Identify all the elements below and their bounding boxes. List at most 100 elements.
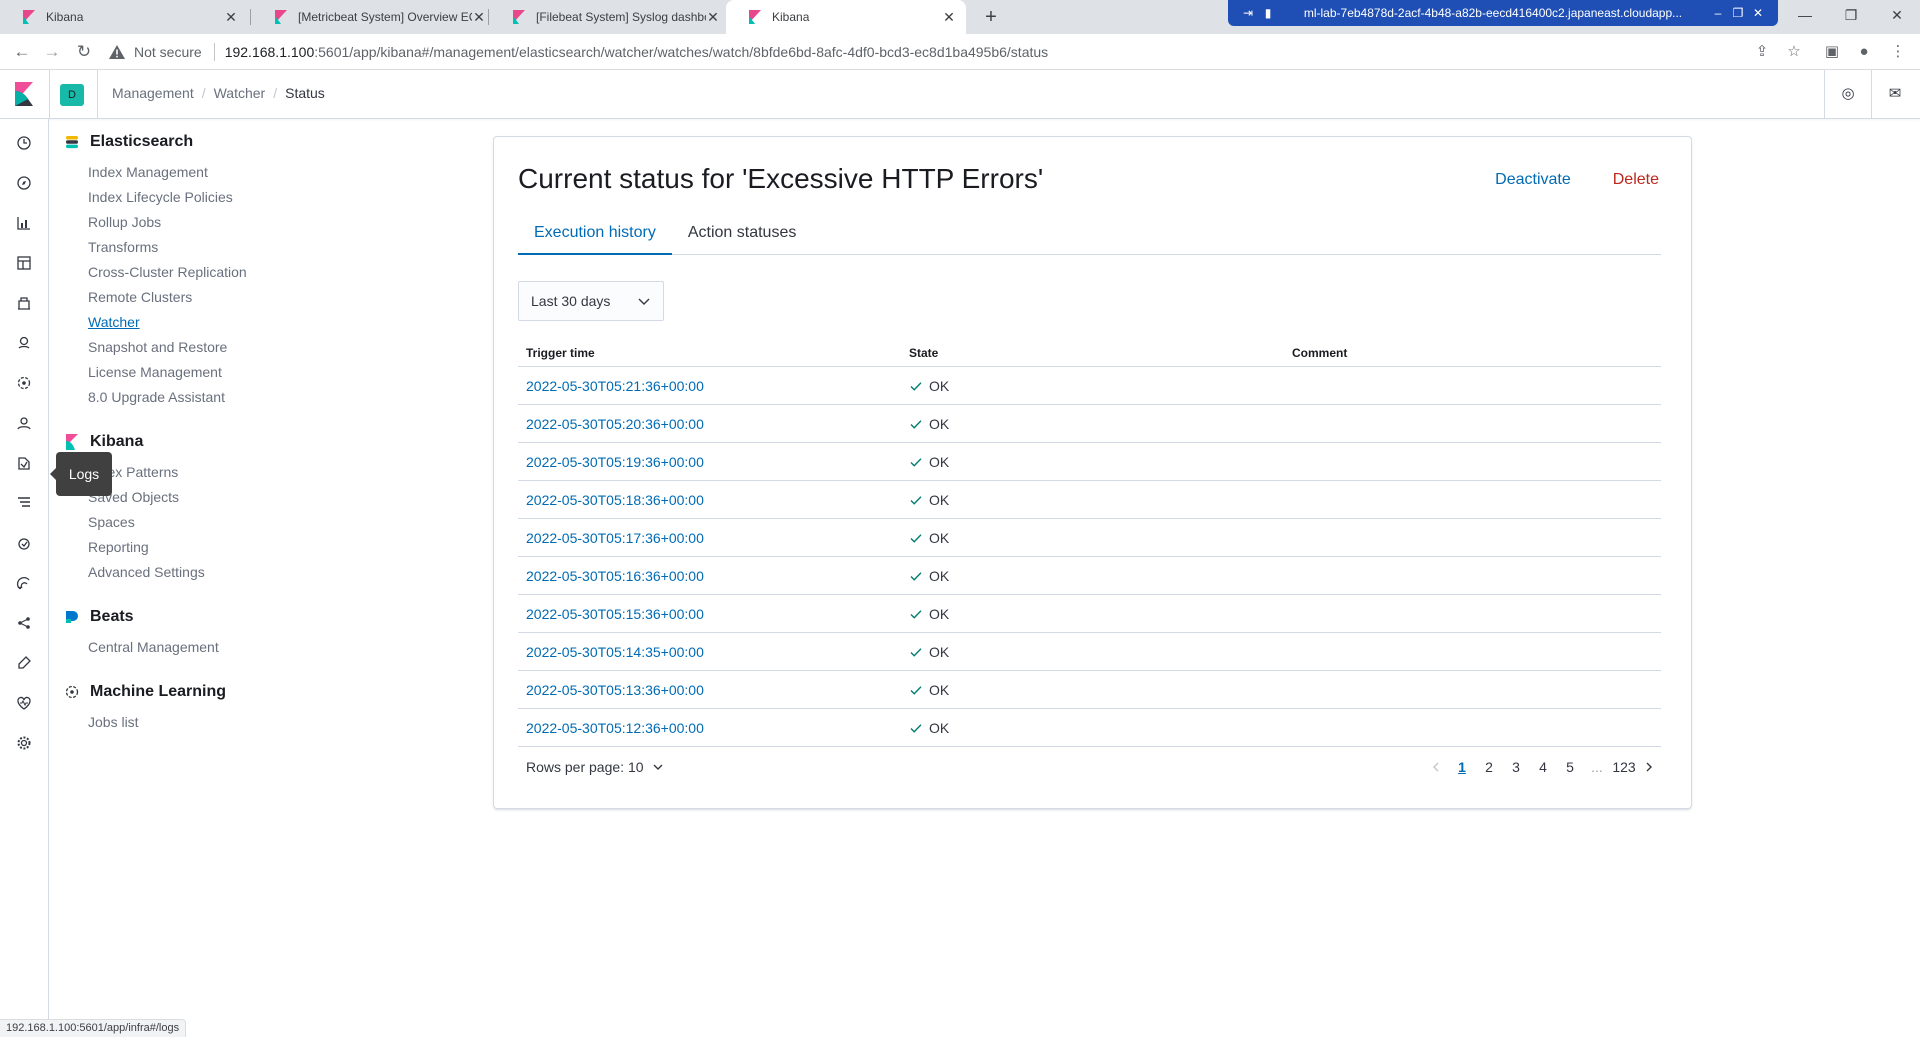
dev-tools-icon[interactable] bbox=[13, 652, 35, 674]
browser-menu-icon[interactable]: ⋮ bbox=[1888, 42, 1908, 62]
tab-action-statuses[interactable]: Action statuses bbox=[672, 213, 813, 255]
sidebar-item-rollup-jobs[interactable]: Rollup Jobs bbox=[88, 210, 424, 235]
close-tab-icon[interactable]: ✕ bbox=[224, 9, 238, 26]
browser-tab[interactable]: [Metricbeat System] Overview EC ✕ bbox=[252, 0, 496, 34]
pin-icon[interactable]: ⇥ bbox=[1238, 6, 1258, 20]
sidebar-item-remote-clusters[interactable]: Remote Clusters bbox=[88, 285, 424, 310]
uptime-icon[interactable] bbox=[13, 532, 35, 554]
visualize-icon[interactable] bbox=[13, 212, 35, 234]
sidebar-item-saved-objects[interactable]: Saved Objects bbox=[88, 485, 424, 510]
logs-icon[interactable] bbox=[13, 452, 35, 474]
warning-icon bbox=[109, 45, 125, 59]
time-range-select[interactable]: Last 30 days bbox=[518, 281, 664, 321]
page-button[interactable]: 4 bbox=[1530, 759, 1556, 775]
remote-session-bar: ⇥ ▮ ml-lab-7eb4878d-2acf-4b48-a82b-eecd4… bbox=[1228, 0, 1778, 26]
deactivate-button[interactable]: Deactivate bbox=[1495, 171, 1571, 189]
tab-execution-history[interactable]: Execution history bbox=[518, 213, 672, 255]
trigger-time-link[interactable]: 2022-05-30T05:14:35+00:00 bbox=[518, 644, 901, 660]
side-panel-icon[interactable]: ▣ bbox=[1822, 42, 1842, 62]
page-button[interactable]: 123 bbox=[1611, 759, 1637, 775]
discover-icon[interactable] bbox=[13, 172, 35, 194]
help-icon[interactable]: ◎ bbox=[1838, 84, 1858, 104]
window-restore-icon[interactable]: ❐ bbox=[1828, 0, 1874, 30]
page-button[interactable]: 1 bbox=[1449, 759, 1475, 775]
close-icon[interactable]: ✕ bbox=[1748, 6, 1768, 20]
management-gear-icon[interactable] bbox=[13, 732, 35, 754]
monitoring-icon[interactable] bbox=[13, 692, 35, 714]
delete-button[interactable]: Delete bbox=[1613, 171, 1659, 189]
window-close-icon[interactable]: ✕ bbox=[1874, 0, 1920, 30]
window-minimize-icon[interactable]: — bbox=[1782, 0, 1828, 30]
sidebar-item-transforms[interactable]: Transforms bbox=[88, 235, 424, 260]
new-tab-button[interactable]: + bbox=[978, 4, 1004, 30]
machine-learning-icon[interactable] bbox=[13, 372, 35, 394]
reload-icon[interactable]: ↻ bbox=[72, 40, 96, 64]
browser-tab-title: Kibana bbox=[46, 10, 84, 24]
browser-tab[interactable]: Kibana ✕ bbox=[0, 0, 248, 34]
newsfeed-mail-icon[interactable]: ✉ bbox=[1885, 84, 1905, 104]
kibana-logo-icon[interactable] bbox=[13, 82, 35, 106]
page-button[interactable]: 5 bbox=[1557, 759, 1583, 775]
sidebar-group-title: Beats bbox=[90, 608, 134, 625]
sidebar-item-jobs-list[interactable]: Jobs list bbox=[88, 710, 424, 735]
trigger-time-link[interactable]: 2022-05-30T05:12:36+00:00 bbox=[518, 720, 901, 736]
sidebar-item-reporting[interactable]: Reporting bbox=[88, 535, 424, 560]
column-header-state[interactable]: State bbox=[901, 346, 1284, 360]
dashboard-icon[interactable] bbox=[13, 252, 35, 274]
maps-icon[interactable] bbox=[13, 332, 35, 354]
forward-icon[interactable]: → bbox=[40, 40, 64, 64]
state-value: OK bbox=[929, 681, 950, 698]
close-tab-icon[interactable]: ✕ bbox=[942, 9, 956, 26]
minimize-icon[interactable]: – bbox=[1708, 6, 1728, 20]
space-avatar[interactable]: D bbox=[60, 84, 84, 106]
column-header-comment[interactable]: Comment bbox=[1284, 346, 1661, 360]
infrastructure-icon[interactable] bbox=[13, 412, 35, 434]
canvas-icon[interactable] bbox=[13, 292, 35, 314]
next-page-icon[interactable] bbox=[1637, 755, 1661, 779]
sidebar-item-advanced-settings[interactable]: Advanced Settings bbox=[88, 560, 424, 585]
previous-page-icon[interactable] bbox=[1424, 755, 1448, 779]
sidebar-item-index-lifecycle-policies[interactable]: Index Lifecycle Policies bbox=[88, 185, 424, 210]
sidebar-item-spaces[interactable]: Spaces bbox=[88, 510, 424, 535]
address-bar[interactable]: Not secure 192.168.1.100:5601/app/kibana… bbox=[108, 38, 1808, 66]
profile-icon[interactable]: ● bbox=[1854, 42, 1874, 62]
rows-per-page-button[interactable]: Rows per page: 10 bbox=[526, 759, 664, 775]
back-icon[interactable]: ← bbox=[10, 40, 34, 64]
trigger-time-link[interactable]: 2022-05-30T05:15:36+00:00 bbox=[518, 606, 901, 622]
apm-icon[interactable] bbox=[13, 492, 35, 514]
column-header-trigger-time[interactable]: Trigger time bbox=[518, 346, 901, 360]
browser-tab[interactable]: [Filebeat System] Syslog dashboa ✕ bbox=[490, 0, 730, 34]
trigger-time-link[interactable]: 2022-05-30T05:13:36+00:00 bbox=[518, 682, 901, 698]
trigger-time-link[interactable]: 2022-05-30T05:21:36+00:00 bbox=[518, 378, 901, 394]
trigger-time-link[interactable]: 2022-05-30T05:17:36+00:00 bbox=[518, 530, 901, 546]
trigger-time-link[interactable]: 2022-05-30T05:16:36+00:00 bbox=[518, 568, 901, 584]
close-tab-icon[interactable]: ✕ bbox=[706, 9, 720, 26]
sidebar-group-title: Machine Learning bbox=[90, 683, 227, 700]
breadcrumb-management[interactable]: Management bbox=[112, 85, 194, 101]
recently-viewed-icon[interactable] bbox=[13, 132, 35, 154]
restore-icon[interactable]: ❐ bbox=[1728, 6, 1748, 20]
browser-tab-active[interactable]: Kibana ✕ bbox=[726, 0, 966, 34]
siem-icon[interactable] bbox=[13, 572, 35, 594]
sidebar-item-central-management[interactable]: Central Management bbox=[88, 635, 424, 660]
sidebar-item-upgrade-assistant[interactable]: 8.0 Upgrade Assistant bbox=[88, 385, 424, 410]
security-label[interactable]: Not secure bbox=[134, 44, 202, 60]
page-button[interactable]: 2 bbox=[1476, 759, 1502, 775]
sidebar-item-cross-cluster-replication[interactable]: Cross-Cluster Replication bbox=[88, 260, 424, 285]
trigger-time-link[interactable]: 2022-05-30T05:20:36+00:00 bbox=[518, 416, 901, 432]
sidebar-item-index-patterns[interactable]: Index Patterns bbox=[88, 460, 424, 485]
trigger-time-link[interactable]: 2022-05-30T05:18:36+00:00 bbox=[518, 492, 901, 508]
sidebar-item-index-management[interactable]: Index Management bbox=[88, 160, 424, 185]
share-icon[interactable]: ⇪ bbox=[1752, 42, 1772, 62]
breadcrumb-watcher[interactable]: Watcher bbox=[214, 85, 266, 101]
close-tab-icon[interactable]: ✕ bbox=[472, 9, 486, 26]
table-row: 2022-05-30T05:20:36+00:00 OK bbox=[518, 405, 1661, 443]
sidebar-item-watcher[interactable]: Watcher bbox=[88, 310, 424, 335]
graph-icon[interactable] bbox=[13, 612, 35, 634]
sidebar-item-snapshot-and-restore[interactable]: Snapshot and Restore bbox=[88, 335, 424, 360]
panel-actions: Deactivate Delete bbox=[1495, 171, 1659, 189]
page-button[interactable]: 3 bbox=[1503, 759, 1529, 775]
sidebar-item-license-management[interactable]: License Management bbox=[88, 360, 424, 385]
bookmark-star-icon[interactable]: ☆ bbox=[1784, 42, 1804, 62]
trigger-time-link[interactable]: 2022-05-30T05:19:36+00:00 bbox=[518, 454, 901, 470]
